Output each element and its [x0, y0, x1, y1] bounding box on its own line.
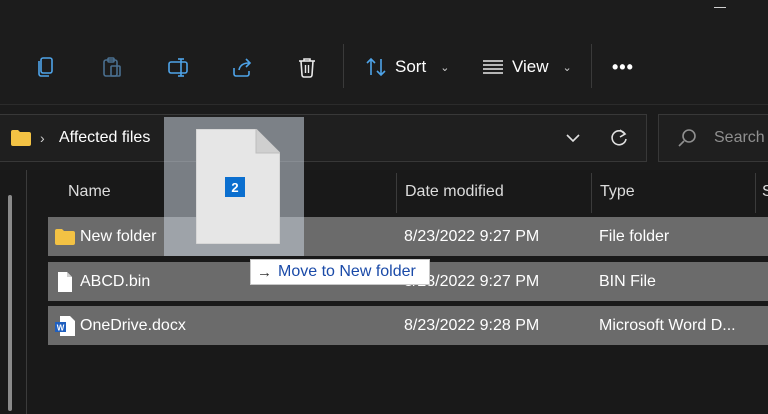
file-date: 8/23/2022 9:27 PM [404, 227, 540, 245]
drag-tooltip: → Move to New folder [250, 259, 430, 285]
toolbar-divider [591, 44, 592, 88]
file-date: 8/23/2022 9:28 PM [404, 316, 540, 334]
view-list-icon [483, 60, 503, 74]
address-history-dropdown[interactable] [566, 115, 580, 161]
column-size-label: S [762, 183, 768, 200]
address-bar[interactable]: › Affected files [0, 114, 647, 162]
chevron-down-icon: ⌄ [562, 61, 572, 74]
refresh-button[interactable] [609, 115, 629, 161]
folder-icon [55, 229, 75, 245]
svg-text:W: W [57, 324, 65, 333]
folder-icon [10, 115, 32, 161]
file-row-onedrive-docx[interactable]: W OneDrive.docx 8/23/2022 9:28 PM Micros… [48, 306, 768, 345]
sort-label: Sort [395, 57, 427, 76]
view-label: View [512, 57, 549, 76]
share-icon [233, 58, 252, 77]
minimize-icon[interactable] [714, 7, 726, 8]
chevron-down-icon: ⌄ [440, 61, 450, 74]
delete-button[interactable] [289, 50, 325, 84]
search-box[interactable]: Search A [658, 114, 768, 162]
paste-icon [103, 57, 121, 77]
share-button[interactable] [224, 50, 260, 84]
drag-count-badge: 2 [225, 177, 245, 197]
pane-divider [26, 170, 27, 414]
search-icon [678, 129, 696, 147]
view-button[interactable]: View ⌄ [482, 51, 572, 83]
file-name: New folder [80, 227, 157, 245]
sort-button[interactable]: Sort ⌄ [365, 51, 449, 83]
file-list: Name Date modified Type S New folder 8/2… [0, 170, 768, 414]
file-type: BIN File [599, 272, 656, 290]
file-type: File folder [599, 227, 670, 245]
rename-button[interactable] [160, 50, 196, 84]
file-name: ABCD.bin [80, 272, 151, 290]
copy-icon [38, 57, 53, 77]
trash-icon [299, 58, 315, 78]
rename-icon [168, 58, 188, 77]
file-row-new-folder[interactable]: New folder 8/23/2022 9:27 PM File folder [48, 217, 768, 256]
vertical-scrollbar[interactable] [8, 195, 12, 411]
file-type: Microsoft Word D... [599, 316, 736, 334]
column-date-label: Date modified [405, 183, 504, 200]
column-header-date[interactable]: Date modified [405, 179, 504, 205]
column-type-label: Type [600, 183, 635, 200]
column-divider[interactable] [396, 173, 397, 213]
breadcrumb-chevron-icon[interactable]: › [40, 115, 45, 161]
current-folder-label: Affected files [59, 129, 151, 146]
file-name: OneDrive.docx [80, 316, 186, 334]
column-divider[interactable] [591, 173, 592, 213]
paste-button[interactable] [94, 50, 130, 84]
column-divider[interactable] [755, 173, 756, 213]
copy-button[interactable] [28, 50, 64, 84]
chevron-down-icon [566, 134, 580, 143]
toolbar-divider [343, 44, 344, 88]
more-options-button[interactable]: ••• [612, 51, 634, 83]
column-header-size[interactable]: S [762, 179, 768, 205]
column-header-name[interactable]: Name [68, 179, 111, 205]
file-icon [58, 272, 72, 292]
arrow-right-icon: → [257, 263, 272, 281]
drag-tooltip-text: Move to New folder [278, 263, 416, 280]
word-doc-icon: W [55, 316, 75, 336]
column-header-type[interactable]: Type [600, 179, 635, 205]
breadcrumb-folder[interactable]: Affected files [59, 115, 150, 161]
command-bar: Sort ⌄ View ⌄ ••• [0, 0, 768, 105]
more-icon: ••• [612, 56, 634, 77]
refresh-icon [611, 129, 627, 146]
column-name-label: Name [68, 183, 111, 200]
search-placeholder: Search A [714, 129, 768, 146]
sort-icon [366, 57, 386, 77]
